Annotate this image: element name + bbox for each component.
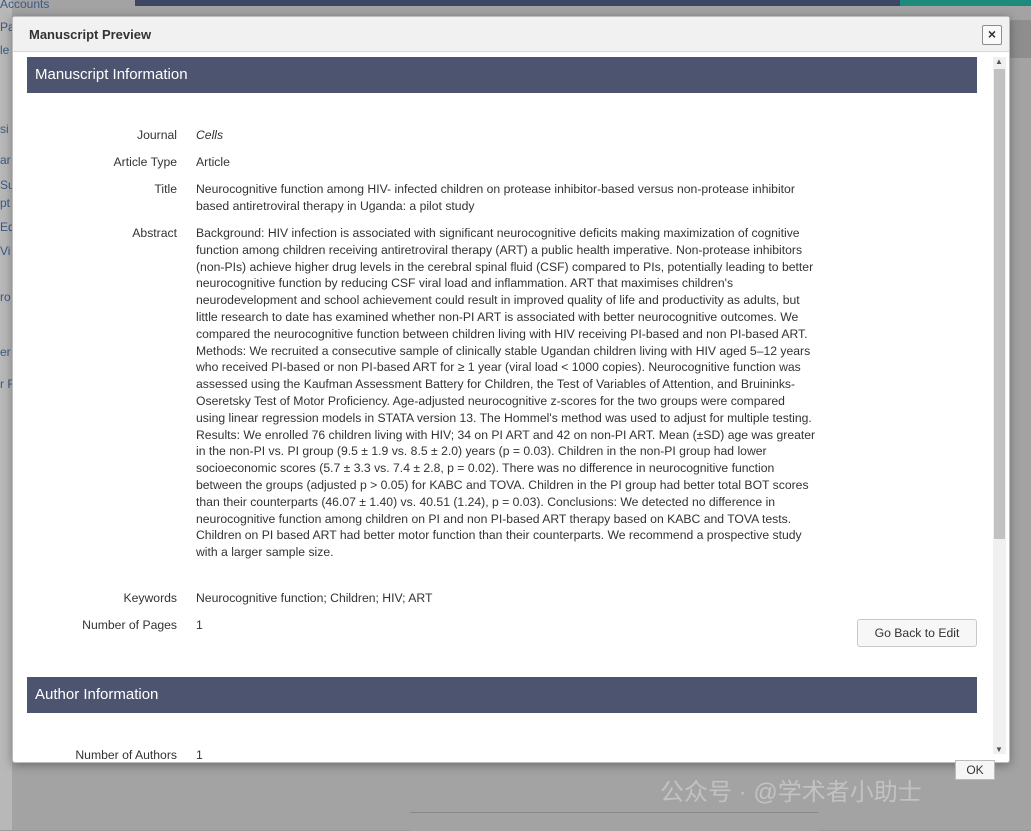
- bg-fragment: ar: [0, 153, 11, 167]
- go-back-to-edit-button[interactable]: Go Back to Edit: [857, 619, 977, 647]
- article-type-label: Article Type: [113, 155, 177, 169]
- scroll-down-icon[interactable]: ▼: [995, 745, 1003, 754]
- background-step-tabs: [135, 0, 1031, 6]
- background-footer-bar: [410, 812, 818, 831]
- bg-fragment: Vi: [0, 244, 11, 258]
- title-value: Neurocognitive function among HIV- infec…: [196, 182, 795, 213]
- ok-button[interactable]: OK: [955, 760, 995, 780]
- dialog-title: Manuscript Preview: [29, 27, 152, 42]
- background-sidebar: Accounts Pa le si ar Su pt Edi Vi ro er …: [0, 0, 49, 830]
- close-button[interactable]: ×: [982, 25, 1002, 45]
- journal-value: Cells: [196, 128, 224, 142]
- scroll-up-icon[interactable]: ▲: [995, 57, 1003, 66]
- bg-fragment: er: [0, 345, 11, 359]
- keywords-label: Keywords: [123, 591, 177, 605]
- keywords-value: Neurocognitive function; Children; HIV; …: [196, 591, 433, 605]
- number-of-authors-value: 1: [196, 748, 203, 762]
- bg-fragment: le: [0, 43, 10, 57]
- bg-fragment: si: [0, 122, 9, 136]
- abstract-value: Background: HIV infection is associated …: [196, 226, 816, 560]
- bg-fragment: ro: [0, 290, 11, 304]
- pages-label: Number of Pages: [82, 618, 177, 632]
- abstract-label: Abstract: [132, 226, 177, 240]
- title-label: Title: [154, 182, 177, 196]
- dialog-scrollbar[interactable]: ▲ ▼: [993, 57, 1006, 754]
- pages-value: 1: [196, 618, 203, 632]
- journal-label: Journal: [137, 128, 177, 142]
- manuscript-preview-dialog: Manuscript Preview × Manuscript Informat…: [12, 16, 1010, 780]
- active-step-tab: [900, 0, 1031, 6]
- bg-fragment: Accounts: [0, 0, 50, 11]
- background-right-panel: [1007, 20, 1031, 58]
- bg-fragment: pt: [0, 196, 11, 210]
- manuscript-info-header: Manuscript Information: [27, 57, 977, 93]
- dialog-header: Manuscript Preview ×: [13, 17, 1009, 52]
- author-info-header: Author Information: [27, 677, 977, 713]
- dialog-body: Manuscript Information Journal Cells Art…: [13, 52, 991, 762]
- scrollbar-thumb[interactable]: [994, 69, 1005, 539]
- article-type-value: Article: [196, 155, 230, 169]
- watermark-text: 公众号 · @学术者小助士: [660, 779, 922, 806]
- number-of-authors-label: Number of Authors: [75, 748, 177, 762]
